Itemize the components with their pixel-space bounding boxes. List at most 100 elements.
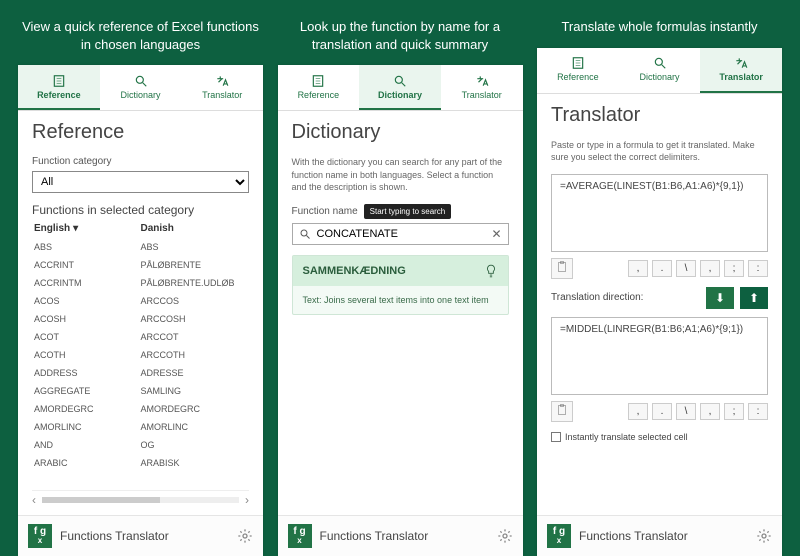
search-input[interactable] [317, 228, 486, 240]
delim-button[interactable]: ; [724, 403, 744, 420]
chevron-left-icon: ‹ [32, 493, 36, 507]
search-tooltip: Start typing to search [364, 204, 452, 219]
pane-dictionary: Reference Dictionary Translator Dictiona… [278, 65, 523, 556]
table-row[interactable]: ARABICARABISK [32, 454, 249, 472]
page-title: Dictionary [292, 121, 509, 144]
table-row[interactable]: ACOSHARCCOSH [32, 310, 249, 328]
table-row[interactable]: AMORDEGRCAMORDEGRC [32, 400, 249, 418]
delim-button[interactable]: : [748, 260, 768, 277]
table-row[interactable]: ACCRINTPÅLØBRENTE [32, 256, 249, 274]
pane-reference: Reference Dictionary Translator Referenc… [18, 65, 263, 556]
delim-button[interactable]: . [652, 403, 672, 420]
table-header: English ▾ Danish [32, 223, 249, 238]
formula-output[interactable] [551, 317, 768, 395]
lightbulb-icon [484, 264, 498, 278]
app-logo: f gx [28, 524, 52, 548]
app-logo: f gx [547, 524, 571, 548]
search-icon [299, 228, 311, 240]
page-title: Translator [551, 104, 768, 127]
caption-translator: Translate whole formulas instantly [537, 18, 782, 48]
delim-button[interactable]: \ [676, 260, 696, 277]
translate-down-button[interactable]: ⬇ [706, 287, 734, 309]
list-heading: Functions in selected category [32, 203, 249, 217]
table-row[interactable]: AMORLINCAMORLINC [32, 418, 249, 436]
tab-dictionary[interactable]: Dictionary [359, 65, 441, 110]
footer: f gx Functions Translator [18, 515, 263, 556]
tab-bar: Reference Dictionary Translator [278, 65, 523, 111]
description: With the dictionary you can search for a… [292, 156, 509, 194]
direction-label: Translation direction: [551, 292, 700, 303]
table-row[interactable]: ACOTHARCCOTH [32, 346, 249, 364]
checkbox-icon [551, 432, 561, 442]
result-description: Text: Joins several text items into one … [293, 286, 508, 315]
function-name-label: Function name [292, 206, 358, 217]
result-card[interactable]: SAMMENKÆDNING Text: Joins several text i… [292, 255, 509, 316]
tab-reference[interactable]: Reference [278, 65, 360, 110]
tab-dictionary[interactable]: Dictionary [619, 48, 701, 93]
table-row[interactable]: ABSABS [32, 238, 249, 256]
reference-icon [52, 74, 66, 88]
translator-icon [215, 74, 229, 88]
chevron-right-icon: › [245, 493, 249, 507]
gear-icon[interactable] [756, 528, 772, 544]
delimiter-row-bottom: , . \ , ; : [551, 401, 768, 422]
delim-button[interactable]: , [700, 260, 720, 277]
gear-icon[interactable] [237, 528, 253, 544]
table-row[interactable]: AGGREGATESAMLING [32, 382, 249, 400]
tab-reference[interactable]: Reference [18, 65, 100, 110]
app-logo: f gx [288, 524, 312, 548]
tab-dictionary[interactable]: Dictionary [100, 65, 182, 110]
tab-translator[interactable]: Translator [181, 65, 263, 110]
delim-button[interactable]: ; [724, 260, 744, 277]
col-english[interactable]: English ▾ [34, 223, 141, 234]
search-field[interactable]: ✕ [292, 223, 509, 245]
gear-icon[interactable] [497, 528, 513, 544]
arrow-down-icon: ⬇ [715, 291, 725, 305]
horizontal-scrollbar[interactable]: ‹ › [32, 490, 249, 509]
tab-translator[interactable]: Translator [700, 48, 782, 93]
tab-bar: Reference Dictionary Translator [537, 48, 782, 94]
result-name: SAMMENKÆDNING [303, 265, 406, 277]
category-label: Function category [32, 156, 249, 167]
page-title: Reference [32, 121, 249, 144]
sort-desc-icon: ▾ [73, 223, 78, 234]
paste-button[interactable] [551, 401, 573, 422]
arrow-up-icon: ⬆ [749, 291, 759, 305]
app-name: Functions Translator [579, 529, 748, 543]
table-row[interactable]: ACCRINTMPÅLØBRENTE.UDLØB [32, 274, 249, 292]
app-name: Functions Translator [320, 529, 489, 543]
delim-button[interactable]: , [628, 403, 648, 420]
search-icon [653, 56, 667, 70]
translate-up-button[interactable]: ⬆ [740, 287, 768, 309]
delim-button[interactable]: , [700, 403, 720, 420]
caption-reference: View a quick reference of Excel function… [18, 18, 263, 65]
table-row[interactable]: ADDRESSADRESSE [32, 364, 249, 382]
table-row[interactable]: ANDOG [32, 436, 249, 454]
tab-translator[interactable]: Translator [441, 65, 523, 110]
paste-button[interactable] [551, 258, 573, 279]
delim-button[interactable]: : [748, 403, 768, 420]
delimiter-row-top: , . \ , ; : [551, 258, 768, 279]
search-icon [134, 74, 148, 88]
function-list: ABSABS ACCRINTPÅLØBRENTE ACCRINTMPÅLØBRE… [32, 238, 249, 490]
translator-icon [734, 56, 748, 70]
delim-button[interactable]: , [628, 260, 648, 277]
table-row[interactable]: ACOSARCCOS [32, 292, 249, 310]
col-danish[interactable]: Danish [141, 223, 248, 234]
reference-icon [571, 56, 585, 70]
category-select[interactable]: All [32, 171, 249, 193]
footer: f gx Functions Translator [537, 515, 782, 556]
search-icon [393, 74, 407, 88]
formula-input[interactable] [551, 174, 768, 252]
delim-button[interactable]: . [652, 260, 672, 277]
clear-icon[interactable]: ✕ [491, 227, 501, 241]
footer: f gx Functions Translator [278, 515, 523, 556]
translator-icon [475, 74, 489, 88]
tab-reference[interactable]: Reference [537, 48, 619, 93]
reference-icon [311, 74, 325, 88]
app-name: Functions Translator [60, 529, 229, 543]
description: Paste or type in a formula to get it tra… [551, 139, 768, 164]
delim-button[interactable]: \ [676, 403, 696, 420]
instant-checkbox[interactable]: Instantly translate selected cell [551, 432, 768, 442]
table-row[interactable]: ACOTARCCOT [32, 328, 249, 346]
